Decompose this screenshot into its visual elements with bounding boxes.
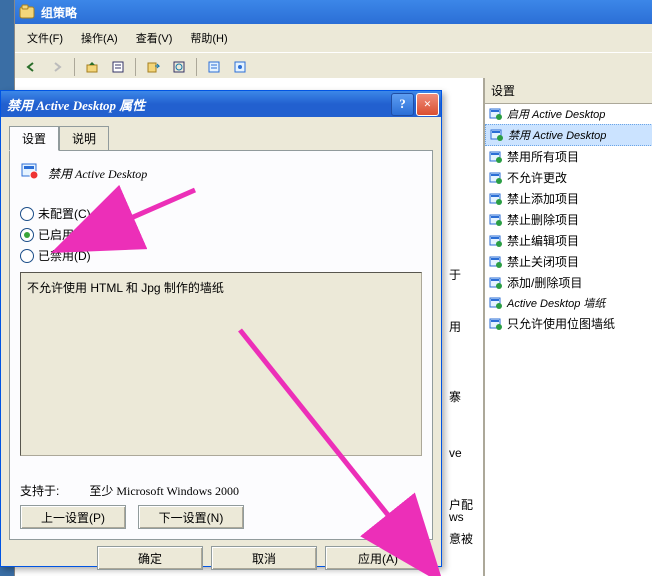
radio-disabled[interactable]: 已禁用(D) bbox=[20, 247, 422, 264]
dialog-title: 禁用 Active Desktop 属性 bbox=[7, 95, 145, 114]
dialog-titlebar[interactable]: 禁用 Active Desktop 属性 ? × bbox=[1, 91, 441, 117]
tree-item[interactable]: 只允许使用位图墙纸 bbox=[485, 313, 652, 334]
policy-item-icon bbox=[489, 317, 503, 331]
tree-item-label: 禁止关闭项目 bbox=[507, 253, 579, 270]
policy-item-icon bbox=[490, 128, 504, 142]
list-icon[interactable] bbox=[202, 55, 226, 79]
tree-item-label: 不允许更改 bbox=[507, 169, 567, 186]
prev-setting-button[interactable]: 上一设置(P) bbox=[20, 505, 126, 529]
tree-item[interactable]: 启用 Active Desktop bbox=[485, 104, 652, 124]
forward-button[interactable] bbox=[45, 55, 69, 79]
nav-button-row: 上一设置(P) 下一设置(N) bbox=[20, 505, 244, 529]
toolbar-separator bbox=[196, 58, 197, 76]
tree-item[interactable]: 禁止关闭项目 bbox=[485, 251, 652, 272]
policy-item-icon bbox=[489, 192, 503, 206]
radio-icon bbox=[20, 228, 34, 242]
policy-item-icon bbox=[489, 296, 503, 310]
radio-label: 已禁用(D) bbox=[38, 247, 91, 264]
supported-value: 至少 Microsoft Windows 2000 bbox=[89, 482, 239, 499]
policy-item-icon bbox=[489, 276, 503, 290]
properties-icon[interactable] bbox=[106, 55, 130, 79]
frag-text: 于 bbox=[449, 266, 461, 283]
filter-icon[interactable] bbox=[228, 55, 252, 79]
toolbar-separator bbox=[135, 58, 136, 76]
mmc-title: 组策略 bbox=[41, 4, 77, 21]
tree-item-label: 禁止删除项目 bbox=[507, 211, 579, 228]
policy-icon bbox=[19, 4, 35, 20]
right-panel-header: 设置 bbox=[485, 78, 652, 104]
frag-text: 用 bbox=[449, 318, 461, 335]
tree-item-label: 启用 Active Desktop bbox=[507, 106, 605, 122]
policy-item-icon bbox=[489, 255, 503, 269]
refresh-icon[interactable] bbox=[167, 55, 191, 79]
description-box: 不允许使用 HTML 和 Jpg 制作的墙纸 bbox=[20, 272, 422, 456]
menu-view[interactable]: 查看(V) bbox=[128, 28, 181, 48]
tree-item-label: 只允许使用位图墙纸 bbox=[507, 315, 615, 332]
tab-settings[interactable]: 设置 bbox=[9, 126, 59, 151]
tree-item[interactable]: Active Desktop 墙纸 bbox=[485, 293, 652, 313]
frag-text: ve bbox=[449, 446, 462, 460]
tab-explain[interactable]: 说明 bbox=[59, 126, 109, 151]
tree-item-label: 禁止添加项目 bbox=[507, 190, 579, 207]
radio-not-configured[interactable]: 未配置(C) bbox=[20, 205, 422, 222]
description-text: 不允许使用 HTML 和 Jpg 制作的墙纸 bbox=[27, 281, 224, 295]
tree-item[interactable]: 不允许更改 bbox=[485, 167, 652, 188]
policy-item-icon bbox=[489, 213, 503, 227]
up-button[interactable] bbox=[80, 55, 104, 79]
back-button[interactable] bbox=[19, 55, 43, 79]
properties-dialog: 禁用 Active Desktop 属性 ? × 设置 说明 禁用 Active… bbox=[0, 90, 442, 567]
tree-list: 启用 Active Desktop 禁用 Active Desktop 禁用所有项目… bbox=[485, 104, 652, 334]
menu-file[interactable]: 文件(F) bbox=[19, 28, 71, 48]
close-button[interactable]: × bbox=[416, 93, 439, 116]
policy-title-row: 禁用 Active Desktop bbox=[20, 161, 422, 185]
policy-name: 禁用 Active Desktop bbox=[48, 165, 147, 182]
radio-enabled[interactable]: 已启用(E) bbox=[20, 226, 422, 243]
tree-item[interactable]: 禁止删除项目 bbox=[485, 209, 652, 230]
policy-item-icon bbox=[489, 171, 503, 185]
cancel-button[interactable]: 取消 bbox=[211, 546, 317, 570]
export-icon[interactable] bbox=[141, 55, 165, 79]
mmc-titlebar[interactable]: 组策略 bbox=[15, 0, 652, 24]
menubar: 文件(F) 操作(A) 查看(V) 帮助(H) bbox=[15, 24, 652, 52]
supported-row: 支持于: 至少 Microsoft Windows 2000 bbox=[20, 482, 239, 499]
dialog-button-row: 确定 取消 应用(A) bbox=[1, 540, 441, 576]
next-setting-button[interactable]: 下一设置(N) bbox=[138, 505, 244, 529]
policy-icon bbox=[20, 161, 40, 185]
radio-label: 未配置(C) bbox=[38, 205, 91, 222]
ok-button[interactable]: 确定 bbox=[97, 546, 203, 570]
menu-help[interactable]: 帮助(H) bbox=[182, 28, 235, 48]
policy-item-icon bbox=[489, 150, 503, 164]
menu-action[interactable]: 操作(A) bbox=[73, 28, 126, 48]
tree-item[interactable]: 禁用 Active Desktop bbox=[485, 124, 652, 146]
supported-label: 支持于: bbox=[20, 482, 59, 499]
frag-text: 意被 bbox=[449, 530, 473, 547]
tree-item[interactable]: 禁止编辑项目 bbox=[485, 230, 652, 251]
tab-strip: 设置 说明 bbox=[1, 117, 441, 150]
toolbar-separator bbox=[74, 58, 75, 76]
radio-icon bbox=[20, 207, 34, 221]
tree-item[interactable]: 添加/删除项目 bbox=[485, 272, 652, 293]
radio-label: 已启用(E) bbox=[38, 226, 90, 243]
radio-icon bbox=[20, 249, 34, 263]
tree-item-label: Active Desktop 墙纸 bbox=[507, 295, 605, 311]
tree-item[interactable]: 禁用所有项目 bbox=[485, 146, 652, 167]
help-button[interactable]: ? bbox=[391, 93, 414, 116]
frag-text: 寨 bbox=[449, 388, 461, 405]
tree-item-label: 添加/删除项目 bbox=[507, 274, 582, 291]
apply-button[interactable]: 应用(A) bbox=[325, 546, 431, 570]
right-panel: 设置 启用 Active Desktop 禁用 Active Desktop 禁用所… bbox=[483, 78, 652, 576]
policy-item-icon bbox=[489, 234, 503, 248]
tree-item[interactable]: 禁止添加项目 bbox=[485, 188, 652, 209]
tree-item-label: 禁用 Active Desktop bbox=[508, 127, 606, 143]
policy-item-icon bbox=[489, 107, 503, 121]
tab-body: 禁用 Active Desktop 未配置(C) 已启用(E) 已禁用(D) 不… bbox=[9, 150, 433, 540]
frag-text: ws bbox=[449, 510, 464, 524]
tree-item-label: 禁止编辑项目 bbox=[507, 232, 579, 249]
tree-item-label: 禁用所有项目 bbox=[507, 148, 579, 165]
